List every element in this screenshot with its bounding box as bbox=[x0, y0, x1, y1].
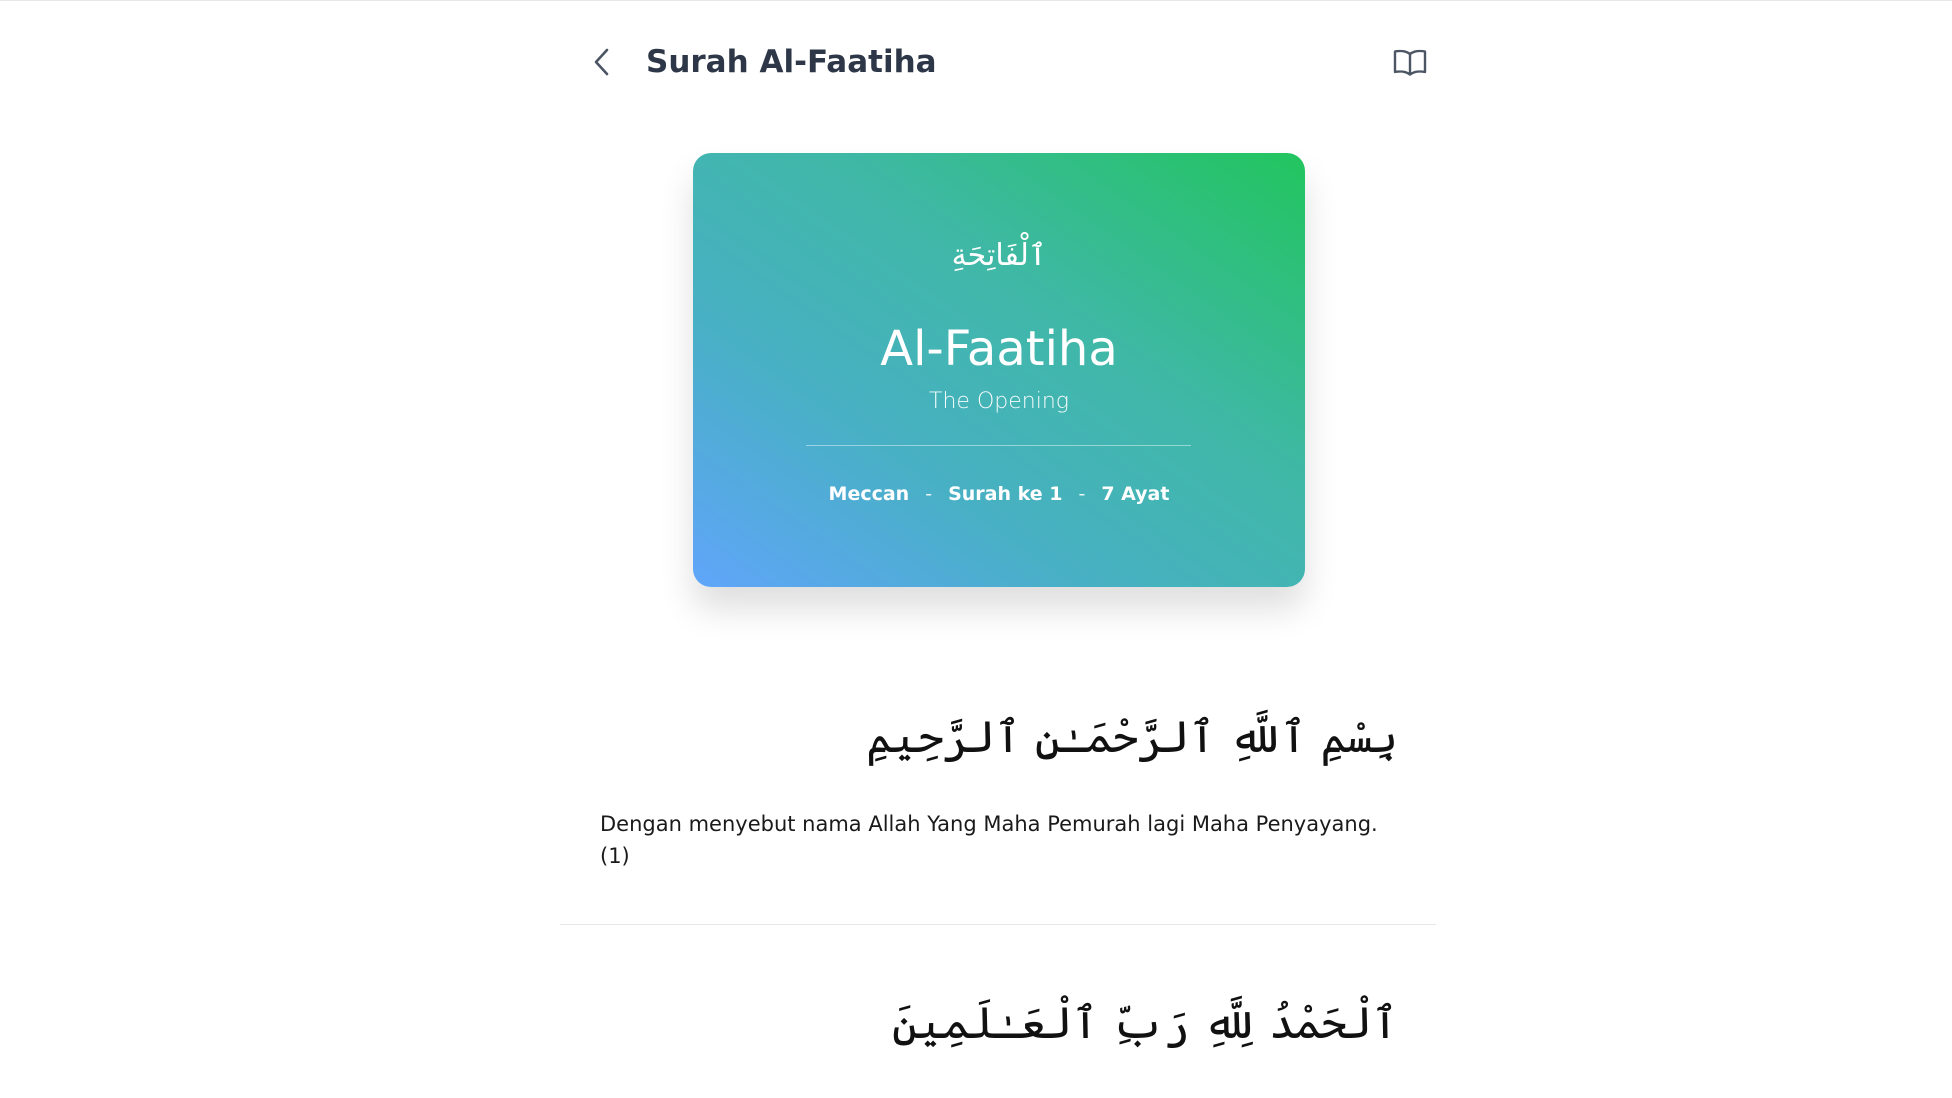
ayah-arabic: ٱلْحَمْدُ لِلَّهِ رَبِّ ٱلْعَـٰلَمِينَ bbox=[891, 998, 1398, 1049]
card-divider bbox=[806, 445, 1191, 446]
meta-separator: - bbox=[1078, 483, 1086, 505]
open-book-icon bbox=[1393, 49, 1427, 76]
chevron-left-icon bbox=[594, 48, 609, 76]
header: Surah Al-Faatiha bbox=[560, 30, 1436, 100]
surah-latin-name: Al-Faatiha bbox=[880, 321, 1118, 377]
ayah-translation: Dengan menyebut nama Allah Yang Maha Pem… bbox=[600, 812, 1378, 868]
surah-info-card: ٱلْفَاتِحَةِ Al-Faatiha The Opening Mecc… bbox=[693, 153, 1305, 587]
ayah-divider bbox=[560, 924, 1436, 925]
surah-translation: The Opening bbox=[929, 389, 1069, 414]
ayah-item: بِسْمِ ٱللَّهِ ٱلرَّحْمَـٰنِ ٱلرَّحِيمِ … bbox=[560, 690, 1436, 930]
back-button[interactable] bbox=[582, 42, 622, 82]
ayah-item: ٱلْحَمْدُ لِلَّهِ رَبِّ ٱلْعَـٰلَمِينَ bbox=[560, 976, 1436, 1086]
ayat-count: 7 Ayat bbox=[1101, 483, 1170, 505]
read-mode-button[interactable] bbox=[1388, 40, 1432, 84]
surah-arabic-name: ٱلْفَاتِحَةِ bbox=[951, 238, 1047, 273]
revelation-place: Meccan bbox=[828, 483, 910, 505]
surah-number: Surah ke 1 bbox=[948, 483, 1063, 505]
meta-separator: - bbox=[925, 483, 933, 505]
page-title: Surah Al-Faatiha bbox=[646, 44, 937, 80]
surah-page: Surah Al-Faatiha ٱلْفَاتِحَةِ Al-Faatiha… bbox=[560, 0, 1436, 1098]
ayah-arabic: بِسْمِ ٱللَّهِ ٱلرَّحْمَـٰنِ ٱلرَّحِيمِ bbox=[866, 712, 1398, 763]
surah-meta: Meccan - Surah ke 1 - 7 Ayat bbox=[693, 479, 1305, 509]
